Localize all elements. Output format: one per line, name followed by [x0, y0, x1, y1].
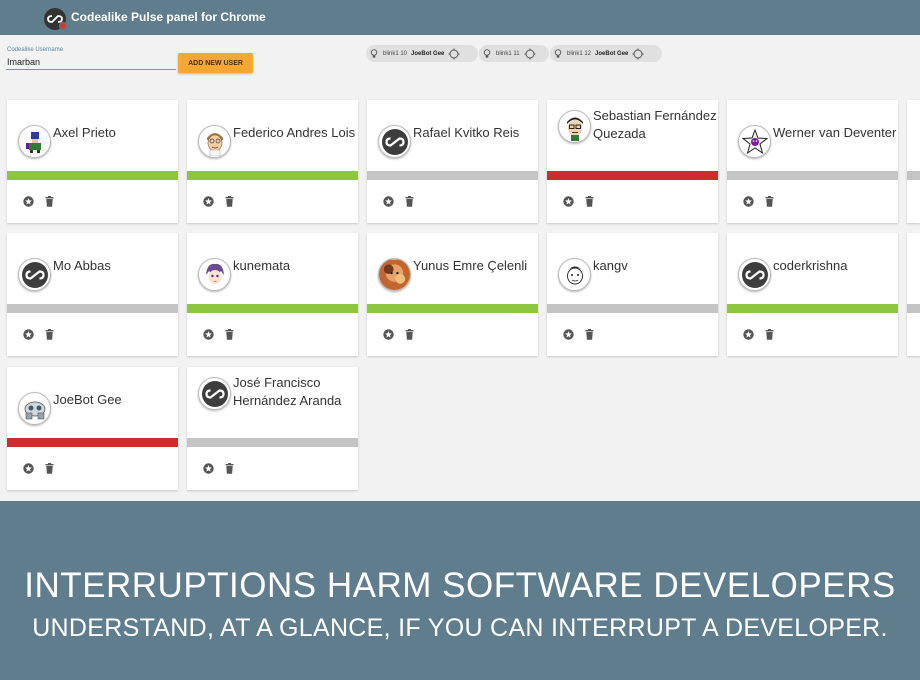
codealike-logo-icon — [18, 258, 51, 291]
chip-device-name: blink1 10 — [383, 50, 408, 57]
trash-icon[interactable] — [44, 329, 55, 340]
glasses-face-icon — [558, 110, 591, 143]
username-label: Codealike Username — [7, 47, 64, 53]
trash-icon[interactable] — [224, 463, 235, 474]
developer-name: coderkrishna — [773, 258, 848, 273]
developer-name: JoeBot Gee — [53, 392, 122, 407]
chip-user-name: JoeBot Gee — [595, 50, 629, 57]
lightbulb-icon — [369, 48, 379, 59]
developer-name: Rafael Kvitko Reis — [413, 125, 520, 140]
star-icon[interactable] — [743, 196, 754, 207]
status-bar-offline — [547, 304, 718, 313]
photo-avatar-icon — [378, 258, 411, 291]
trash-icon[interactable] — [404, 196, 415, 207]
developer-card: Werner van Deventer — [727, 100, 898, 223]
trash-icon[interactable] — [584, 329, 595, 340]
banner-subline: UNDERSTAND, AT A GLANCE, IF YOU CAN INTE… — [32, 614, 888, 642]
chip-device-name: blink1 11 — [496, 50, 520, 57]
chip-device-name: blink1 12 — [567, 50, 592, 57]
codealike-logo-icon — [378, 125, 411, 158]
target-icon[interactable] — [524, 48, 536, 60]
developer-name: kunemata — [233, 258, 291, 273]
developer-card: Federico Andres Lois — [187, 100, 358, 223]
star-icon[interactable] — [383, 196, 394, 207]
lightbulb-icon — [482, 48, 492, 59]
developer-name: Axel Prieto — [53, 125, 116, 140]
star-icon[interactable] — [563, 196, 574, 207]
status-bar-available — [187, 171, 358, 180]
developer-card: Rafael Kvitko Reis — [367, 100, 538, 223]
developer-card-partial — [907, 233, 920, 356]
blink-device-chip[interactable]: blink1 12 JoeBot Gee — [550, 45, 662, 62]
codealike-logo-icon — [44, 8, 67, 30]
status-bar-available — [7, 171, 178, 180]
developer-card: JoeBot Gee — [7, 367, 178, 490]
trash-icon[interactable] — [584, 196, 595, 207]
developer-name: Mo Abbas — [53, 258, 111, 273]
cartoon-face-icon — [198, 125, 231, 158]
developer-card: Mo Abbas — [7, 233, 178, 356]
star-icon[interactable] — [23, 463, 34, 474]
app-title: Codealike Pulse panel for Chrome — [71, 10, 266, 24]
star-icon[interactable] — [23, 329, 34, 340]
robot-avatar-icon — [18, 392, 51, 425]
target-icon[interactable] — [448, 48, 460, 60]
status-bar-offline — [7, 304, 178, 313]
pixel-avatar-icon — [18, 125, 51, 158]
add-new-user-button[interactable]: ADD NEW USER — [178, 53, 253, 73]
banner-headline: INTERRUPTIONS HARM SOFTWARE DEVELOPERS — [24, 566, 896, 605]
status-bar-offline — [907, 171, 920, 180]
sketch-face-icon — [558, 258, 591, 291]
developer-card: coderkrishna — [727, 233, 898, 356]
target-icon[interactable] — [632, 48, 644, 60]
status-bar-available — [367, 304, 538, 313]
status-bar-offline — [907, 304, 920, 313]
status-bar-busy — [547, 171, 718, 180]
star-icon[interactable] — [203, 329, 214, 340]
developer-card: José Francisco Hernández Aranda — [187, 367, 358, 490]
star-icon[interactable] — [743, 329, 754, 340]
star-icon[interactable] — [203, 196, 214, 207]
star-icon[interactable] — [563, 329, 574, 340]
star-icon[interactable] — [203, 463, 214, 474]
developer-name: José Francisco Hernández Aranda — [233, 375, 342, 408]
trash-icon[interactable] — [44, 463, 55, 474]
trash-icon[interactable] — [404, 329, 415, 340]
developer-name: Werner van Deventer — [773, 125, 897, 140]
developer-card: kunemata — [187, 233, 358, 356]
chip-user-name: JoeBot Gee — [411, 50, 445, 57]
status-bar-offline — [727, 171, 898, 180]
app-header: Codealike Pulse panel for Chrome — [0, 0, 920, 35]
developer-name: Sebastian Fernández Quezada — [593, 108, 717, 141]
developer-name: kangv — [593, 258, 628, 273]
codealike-logo-icon — [738, 258, 771, 291]
codealike-logo-icon — [198, 377, 231, 410]
status-bar-busy — [7, 438, 178, 447]
trash-icon[interactable] — [44, 196, 55, 207]
developer-card: Axel Prieto — [7, 100, 178, 223]
developer-card: Sebastian Fernández Quezada — [547, 100, 718, 223]
star-avatar-icon — [738, 125, 771, 158]
status-bar-available — [727, 304, 898, 313]
star-icon[interactable] — [23, 196, 34, 207]
trash-icon[interactable] — [224, 196, 235, 207]
username-input[interactable] — [6, 54, 176, 70]
developer-name: Yunus Emre Çelenli — [413, 258, 528, 273]
developer-card-partial — [907, 100, 920, 223]
trash-icon[interactable] — [764, 329, 775, 340]
trash-icon[interactable] — [224, 329, 235, 340]
developer-name: Federico Andres Lois — [233, 125, 356, 140]
status-bar-offline — [187, 438, 358, 447]
blink-device-chip[interactable]: blink1 10 JoeBot Gee — [366, 45, 478, 62]
star-icon[interactable] — [383, 329, 394, 340]
anime-face-icon — [198, 258, 231, 291]
lightbulb-icon — [553, 48, 563, 59]
developer-card: Yunus Emre Çelenli — [367, 233, 538, 356]
status-bar-available — [187, 304, 358, 313]
trash-icon[interactable] — [764, 196, 775, 207]
status-bar-offline — [367, 171, 538, 180]
blink-device-chip[interactable]: blink1 11 — [479, 45, 549, 62]
developer-card: kangv — [547, 233, 718, 356]
